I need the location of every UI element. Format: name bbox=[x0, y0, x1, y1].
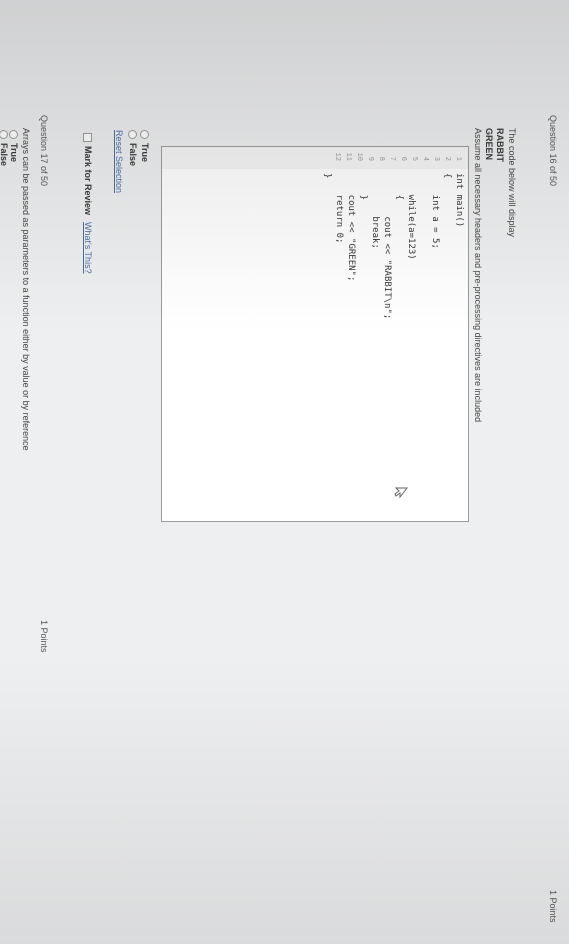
line-number: 12 bbox=[333, 152, 341, 161]
q17-false-label[interactable]: False bbox=[0, 143, 9, 166]
code-line: cout << "GREEN"; bbox=[346, 173, 356, 282]
line-number: 3 bbox=[432, 156, 440, 161]
question-17-header: Question 17 of 50 bbox=[39, 115, 49, 187]
q16-true-label[interactable]: True bbox=[140, 143, 150, 162]
line-number: 11 bbox=[344, 152, 352, 161]
quiz-page: Question 16 of 50 1 Points The code belo… bbox=[0, 0, 569, 944]
q16-false-label[interactable]: False bbox=[128, 143, 138, 166]
question-16-header: Question 16 of 50 bbox=[548, 115, 558, 187]
q16-reset-selection-link[interactable]: Reset Selection bbox=[114, 130, 124, 193]
code-line: cout << "RABBIT\n"; bbox=[382, 173, 392, 320]
line-number: 9 bbox=[366, 156, 374, 161]
code-line: } bbox=[322, 173, 332, 179]
code-line: { bbox=[442, 173, 452, 179]
line-number: 7 bbox=[388, 156, 396, 161]
code-line: { bbox=[394, 173, 404, 201]
q17-false-radio[interactable] bbox=[0, 130, 8, 139]
line-number: 1 bbox=[454, 156, 462, 161]
whats-this-link[interactable]: What's This? bbox=[83, 222, 93, 274]
q16-true-radio[interactable] bbox=[140, 130, 149, 139]
code-line: while(a=123) bbox=[406, 173, 416, 260]
mouse-pointer-icon bbox=[394, 487, 408, 499]
line-number: 6 bbox=[399, 156, 407, 161]
code-block: 1 2 3 4 5 6 7 8 9 10 11 12 int main() { … bbox=[161, 146, 469, 522]
q17-true-radio[interactable] bbox=[9, 130, 18, 139]
question-16-rabbit-line: RABBIT bbox=[495, 128, 505, 162]
code-line: int a = 5; bbox=[430, 173, 440, 249]
q16-false-radio[interactable] bbox=[128, 130, 137, 139]
code-line: } bbox=[358, 173, 368, 201]
line-number: 5 bbox=[410, 156, 418, 161]
code-line: break; bbox=[370, 173, 380, 249]
code-line: int main() bbox=[454, 173, 464, 228]
line-number: 4 bbox=[421, 156, 429, 161]
line-number: 8 bbox=[377, 156, 385, 161]
question-16-points: 1 Points bbox=[548, 890, 558, 923]
line-number: 10 bbox=[355, 152, 363, 161]
mark-for-review-label[interactable]: Mark for Review bbox=[83, 146, 93, 215]
question-16-green-line: GREEN bbox=[484, 128, 494, 161]
question-16-prompt: The code below will display bbox=[507, 128, 517, 238]
code-line: return 0; bbox=[334, 173, 344, 244]
question-17-points: 1 Points bbox=[39, 620, 49, 653]
question-17-prompt: Arrays can be passed as parameters to a … bbox=[21, 128, 31, 451]
mark-for-review-checkbox[interactable] bbox=[83, 133, 92, 142]
q17-true-label[interactable]: True bbox=[9, 143, 19, 162]
question-16-assumption: Assume all necessary headers and pre-pro… bbox=[473, 128, 483, 423]
line-number: 2 bbox=[443, 156, 451, 161]
